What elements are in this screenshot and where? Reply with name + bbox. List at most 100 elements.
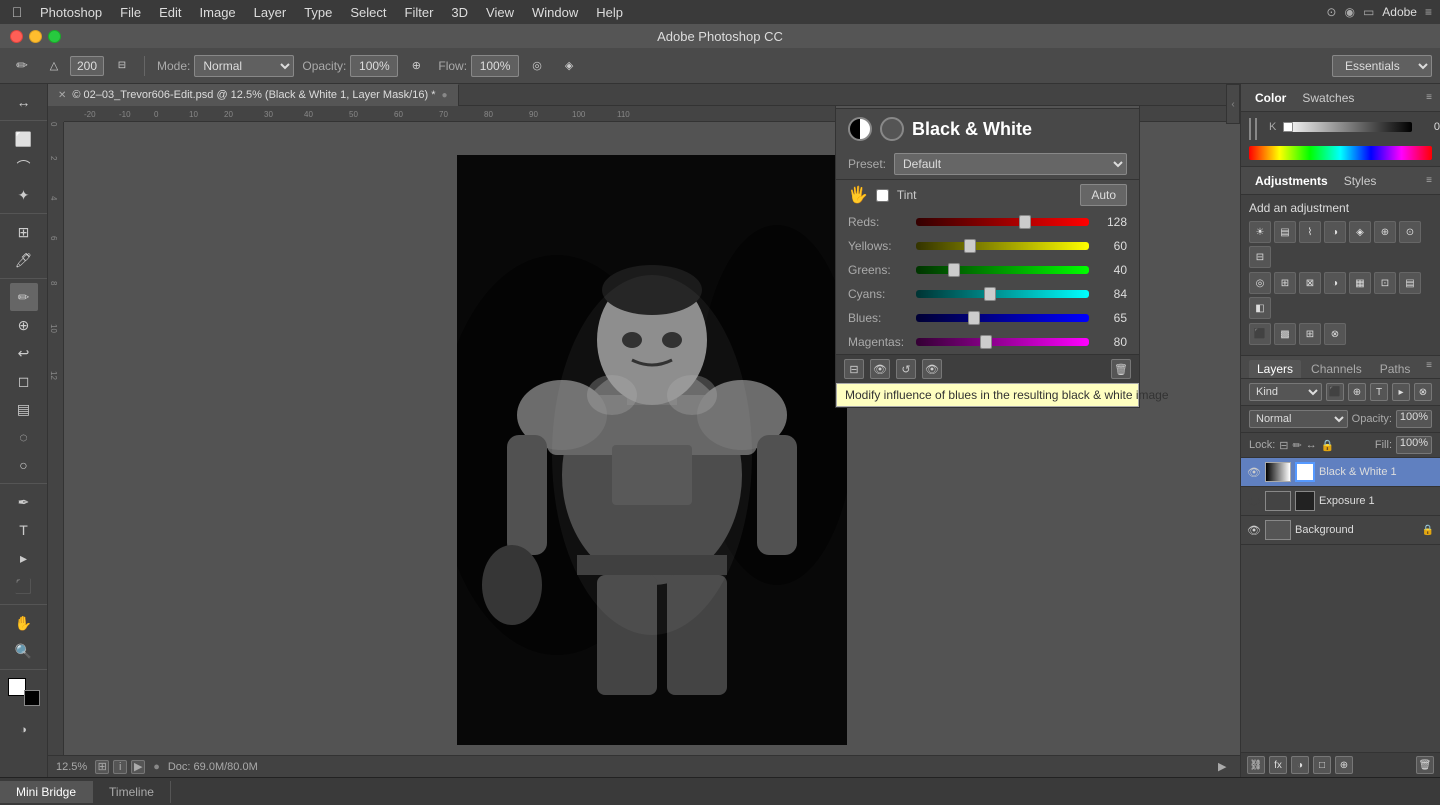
lock-transparent-icon[interactable]: ⊟ (1279, 439, 1288, 452)
pen-tool[interactable]: ✒ (10, 488, 38, 516)
menu-photoshop[interactable]: Photoshop (32, 3, 110, 22)
layer-opacity-input[interactable]: 100% (1396, 410, 1432, 428)
color-panel-tab[interactable]: Color (1249, 89, 1292, 107)
move-tool[interactable]: ↔ (10, 88, 38, 116)
menu-select[interactable]: Select (342, 3, 394, 22)
marquee-tool[interactable]: ⬜ (10, 125, 38, 153)
doc-tab-close[interactable]: ✕ (58, 90, 66, 101)
brush-tool-icon[interactable]: ✏ (8, 52, 36, 80)
invert-adj-icon[interactable]: ◑ (1324, 272, 1346, 294)
mode-select[interactable]: Normal (194, 55, 294, 77)
menu-type[interactable]: Type (296, 3, 340, 22)
timeline-tab[interactable]: Timeline (93, 781, 171, 803)
background-color[interactable] (24, 690, 40, 706)
adjustments-options[interactable]: ≡ (1426, 175, 1432, 186)
vibrance-adj-icon[interactable]: ◈ (1349, 221, 1371, 243)
crop-tool[interactable]: ⊞ (10, 218, 38, 246)
right-panel-collapse-button[interactable]: ‹ (1226, 84, 1240, 124)
eyedropper-tool[interactable]: 🖊 (10, 246, 38, 274)
opacity-input[interactable] (350, 55, 398, 77)
path-select-tool[interactable]: ▸ (10, 544, 38, 572)
menu-edit[interactable]: Edit (151, 3, 189, 22)
pressure-icon[interactable]: ◈ (555, 52, 583, 80)
magentas-slider[interactable] (916, 338, 1089, 346)
magic-wand-tool[interactable]: ✦ (10, 181, 38, 209)
mini-bridge-tab[interactable]: Mini Bridge (0, 781, 93, 803)
status-camera-icon[interactable]: ⊞ (95, 760, 109, 774)
preset-select[interactable]: Default (894, 153, 1127, 175)
create-adjustment-btn[interactable]: ⊕ (1335, 756, 1353, 774)
brush-size-decrease[interactable]: △ (40, 52, 68, 80)
menu-image[interactable]: Image (192, 3, 244, 22)
fill-value[interactable]: 100% (1396, 436, 1432, 454)
layer-vis-bw1[interactable]: 👁 (1247, 465, 1261, 479)
lock-image-icon[interactable]: ✏ (1293, 439, 1302, 452)
brush-tool[interactable]: ✏ (10, 283, 38, 311)
type-tool[interactable]: T (10, 516, 38, 544)
reds-slider[interactable] (916, 218, 1089, 226)
smart-object-adj-icon[interactable]: ⊗ (1324, 323, 1346, 345)
k-slider[interactable] (1283, 122, 1412, 132)
quick-mask-mode[interactable]: ◑ (10, 716, 38, 744)
brush-options-icon[interactable]: ⊟ (108, 52, 136, 80)
apple-logo-icon[interactable]:  (8, 3, 26, 21)
menu-layer[interactable]: Layer (246, 3, 295, 22)
status-expand[interactable]: ▶ (1218, 760, 1232, 774)
view-previous-btn[interactable]: 👁 (870, 359, 890, 379)
cyans-slider[interactable] (916, 290, 1089, 298)
add-style-btn[interactable]: fx (1269, 756, 1287, 774)
curves-adj-icon[interactable]: ⌇ (1299, 221, 1321, 243)
pattern-fill-adj-icon[interactable]: ⊞ (1299, 323, 1321, 345)
auto-button[interactable]: Auto (1080, 184, 1127, 206)
lock-all-icon[interactable]: 🔒 (1321, 439, 1335, 452)
gradient-fill-adj-icon[interactable]: ▩ (1274, 323, 1296, 345)
close-window-button[interactable] (10, 30, 23, 43)
hsl-adj-icon[interactable]: ⊕ (1374, 221, 1396, 243)
channel-mixer-adj-icon[interactable]: ⊞ (1274, 272, 1296, 294)
brightness-contrast-adj-icon[interactable]: ☀ (1249, 221, 1271, 243)
layer-item-exposure1[interactable]: 👁 Exposure 1 (1241, 487, 1440, 516)
yellows-slider[interactable] (916, 242, 1089, 250)
dodge-tool[interactable]: ○ (10, 451, 38, 479)
styles-panel-tab[interactable]: Styles (1338, 172, 1383, 190)
maximize-window-button[interactable] (48, 30, 61, 43)
menu-3d[interactable]: 3D (443, 3, 476, 22)
greens-slider[interactable] (916, 266, 1089, 274)
zoom-tool[interactable]: 🔍 (10, 637, 38, 665)
selective-color-adj-icon[interactable]: ◧ (1249, 297, 1271, 319)
menu-view[interactable]: View (478, 3, 522, 22)
color-lookup-adj-icon[interactable]: ⊠ (1299, 272, 1321, 294)
flow-input[interactable] (471, 55, 519, 77)
channels-tab[interactable]: Channels (1303, 360, 1370, 378)
gradient-map-adj-icon[interactable]: ▤ (1399, 272, 1421, 294)
menu-window[interactable]: Window (524, 3, 586, 22)
layer-item-background[interactable]: 👁 Background 🔒 (1241, 516, 1440, 545)
posterize-adj-icon[interactable]: ▦ (1349, 272, 1371, 294)
hand-tool[interactable]: ✋ (10, 609, 38, 637)
menu-help[interactable]: Help (588, 3, 631, 22)
layer-item-bw1[interactable]: 👁 Black & White 1 (1241, 458, 1440, 487)
toggle-visibility-btn[interactable]: 👁 (922, 359, 942, 379)
filter-shape-btn[interactable]: ▸ (1392, 383, 1410, 401)
adjustments-panel-tab[interactable]: Adjustments (1249, 172, 1334, 190)
history-brush-tool[interactable]: ↩ (10, 339, 38, 367)
eraser-tool[interactable]: ◻ (10, 367, 38, 395)
levels-adj-icon[interactable]: ▤ (1274, 221, 1296, 243)
filter-pixel-btn[interactable]: ⬛ (1326, 383, 1344, 401)
threshold-adj-icon[interactable]: ⊡ (1374, 272, 1396, 294)
color-spectrum-bar[interactable] (1249, 146, 1432, 160)
create-group-btn[interactable]: □ (1313, 756, 1331, 774)
lasso-tool[interactable]: ⌒ (10, 153, 38, 181)
photo-filter-adj-icon[interactable]: ◎ (1249, 272, 1271, 294)
menu-file[interactable]: File (112, 3, 149, 22)
layer-vis-background[interactable]: 👁 (1247, 523, 1261, 537)
layers-tab[interactable]: Layers (1249, 360, 1301, 378)
filter-smartobj-btn[interactable]: ⊗ (1414, 383, 1432, 401)
blues-slider[interactable] (916, 314, 1089, 322)
smoothing-icon[interactable]: ◎ (523, 52, 551, 80)
brush-size-input[interactable]: 200 (70, 56, 104, 76)
layer-vis-exposure1[interactable]: 👁 (1247, 494, 1261, 508)
target-adjust-hand-icon[interactable]: 🖐 (848, 185, 868, 205)
status-arrow-icon[interactable]: ▶ (131, 760, 145, 774)
bw-adj-icon[interactable]: ⊟ (1249, 246, 1271, 268)
